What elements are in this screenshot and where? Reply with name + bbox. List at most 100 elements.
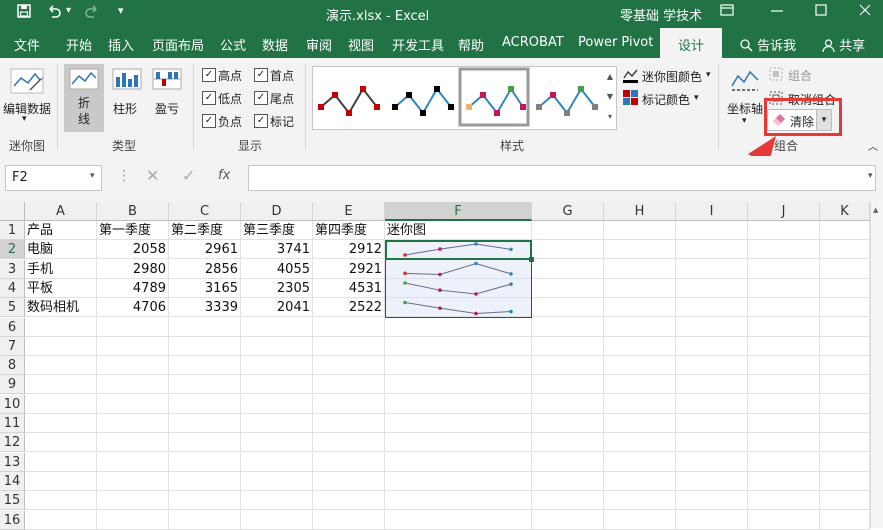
cell-a13[interactable] (25, 452, 97, 472)
column-header-i[interactable]: I (676, 202, 748, 221)
cell-e6[interactable] (313, 317, 385, 337)
style-option-3-selected[interactable] (458, 67, 530, 127)
cell-h3[interactable] (604, 259, 676, 279)
row-header-7[interactable]: 7 (0, 336, 25, 356)
cell-g12[interactable] (532, 433, 604, 453)
cell-i16[interactable] (676, 510, 748, 530)
cell-j9[interactable] (748, 375, 820, 395)
cell-b15[interactable] (97, 491, 169, 511)
high-point-checkbox[interactable]: ✓ (202, 68, 216, 82)
cell-k14[interactable] (820, 471, 870, 491)
cell-c11[interactable] (169, 414, 241, 433)
expand-formula-bar-icon[interactable]: ▾ (868, 171, 873, 181)
tab-insert[interactable]: 插入 (108, 35, 134, 54)
cell-i9[interactable] (676, 375, 748, 395)
cell-f16[interactable] (385, 510, 532, 530)
row-header-12[interactable]: 12 (0, 433, 25, 453)
cell-e9[interactable] (313, 375, 385, 395)
cell-h9[interactable] (604, 375, 676, 395)
cell-k15[interactable] (820, 491, 870, 511)
select-all-corner[interactable] (0, 202, 25, 221)
cell-i10[interactable] (676, 394, 748, 414)
cell-i3[interactable] (676, 259, 748, 279)
cell-e11[interactable] (313, 414, 385, 433)
cell-j13[interactable] (748, 452, 820, 472)
column-header-b[interactable]: B (97, 202, 169, 221)
cell-g9[interactable] (532, 375, 604, 395)
cell-b6[interactable] (97, 317, 169, 337)
cell-g16[interactable] (532, 510, 604, 530)
cell-d16[interactable] (241, 510, 313, 530)
cell-a7[interactable] (25, 336, 97, 356)
line-type-button[interactable]: 折 线 (64, 64, 104, 132)
low-point-checkbox[interactable]: ✓ (202, 91, 216, 105)
cell-i15[interactable] (676, 491, 748, 511)
row-header-8[interactable]: 8 (0, 356, 25, 376)
cell-f9[interactable] (385, 375, 532, 395)
group-button[interactable]: 组合 (788, 67, 812, 84)
cell-k8[interactable] (820, 356, 870, 376)
gallery-scroll[interactable]: ▲ ▼ ▾ (604, 66, 617, 130)
ribbon-display-icon[interactable] (720, 3, 734, 21)
cell-a11[interactable] (25, 414, 97, 433)
row-header-13[interactable]: 13 (0, 452, 25, 472)
cell-d3[interactable]: 4055 (241, 259, 313, 279)
cell-a15[interactable] (25, 491, 97, 511)
cell-h8[interactable] (604, 356, 676, 376)
cell-g6[interactable] (532, 317, 604, 337)
cell-j15[interactable] (748, 491, 820, 511)
maximize-icon[interactable] (814, 3, 828, 21)
scroll-up-icon[interactable]: ▲ (873, 206, 878, 214)
row-header-11[interactable]: 11 (0, 414, 25, 433)
cell-j5[interactable] (748, 298, 820, 318)
cancel-icon[interactable]: ✕ (146, 166, 159, 185)
cell-i12[interactable] (676, 433, 748, 453)
cell-j4[interactable] (748, 278, 820, 298)
axis-button[interactable]: 坐标轴 (727, 100, 763, 117)
cell-d1[interactable]: 第三季度 (241, 221, 313, 240)
row-header-16[interactable]: 16 (0, 510, 25, 530)
cell-d6[interactable] (241, 317, 313, 337)
cell-c13[interactable] (169, 452, 241, 472)
cell-c12[interactable] (169, 433, 241, 453)
cell-a2[interactable]: 电脑 (25, 240, 97, 260)
cell-g10[interactable] (532, 394, 604, 414)
cell-j3[interactable] (748, 259, 820, 279)
cell-k10[interactable] (820, 394, 870, 414)
sparkline-color-button[interactable]: 迷你图颜色 (642, 68, 702, 85)
cell-g3[interactable] (532, 259, 604, 279)
cell-g5[interactable] (532, 298, 604, 318)
cell-i13[interactable] (676, 452, 748, 472)
cell-a16[interactable] (25, 510, 97, 530)
cell-i7[interactable] (676, 336, 748, 356)
column-chart-icon[interactable] (112, 68, 142, 93)
cell-d12[interactable] (241, 433, 313, 453)
cell-h15[interactable] (604, 491, 676, 511)
column-header-h[interactable]: H (604, 202, 676, 221)
insert-function-icon[interactable]: fx (218, 168, 230, 183)
cell-h12[interactable] (604, 433, 676, 453)
cell-h6[interactable] (604, 317, 676, 337)
axis-dropdown-icon[interactable]: ▾ (742, 116, 747, 126)
tab-page-layout[interactable]: 页面布局 (152, 35, 204, 54)
row-header-15[interactable]: 15 (0, 491, 25, 511)
cell-d14[interactable] (241, 471, 313, 491)
minimize-icon[interactable] (770, 3, 784, 21)
gallery-down-icon[interactable]: ▼ (604, 87, 616, 107)
win-loss-type-button[interactable]: 盈亏 (155, 100, 179, 117)
share-button[interactable]: 共享 (822, 35, 865, 54)
first-point-checkbox[interactable]: ✓ (254, 68, 268, 82)
name-box-dropdown-icon[interactable]: ▾ (90, 171, 95, 181)
cell-f10[interactable] (385, 394, 532, 414)
cell-c1[interactable]: 第二季度 (169, 221, 241, 240)
cell-g4[interactable] (532, 278, 604, 298)
cell-d5[interactable]: 2041 (241, 298, 313, 318)
cell-b3[interactable]: 2980 (97, 259, 169, 279)
cell-h4[interactable] (604, 278, 676, 298)
cell-k11[interactable] (820, 414, 870, 433)
vertical-scrollbar[interactable]: ▲ (870, 202, 883, 528)
cell-a8[interactable] (25, 356, 97, 376)
sparkline-color-dropdown-icon[interactable]: ▾ (706, 70, 711, 80)
tab-file[interactable]: 文件 (14, 35, 40, 54)
cell-b7[interactable] (97, 336, 169, 356)
